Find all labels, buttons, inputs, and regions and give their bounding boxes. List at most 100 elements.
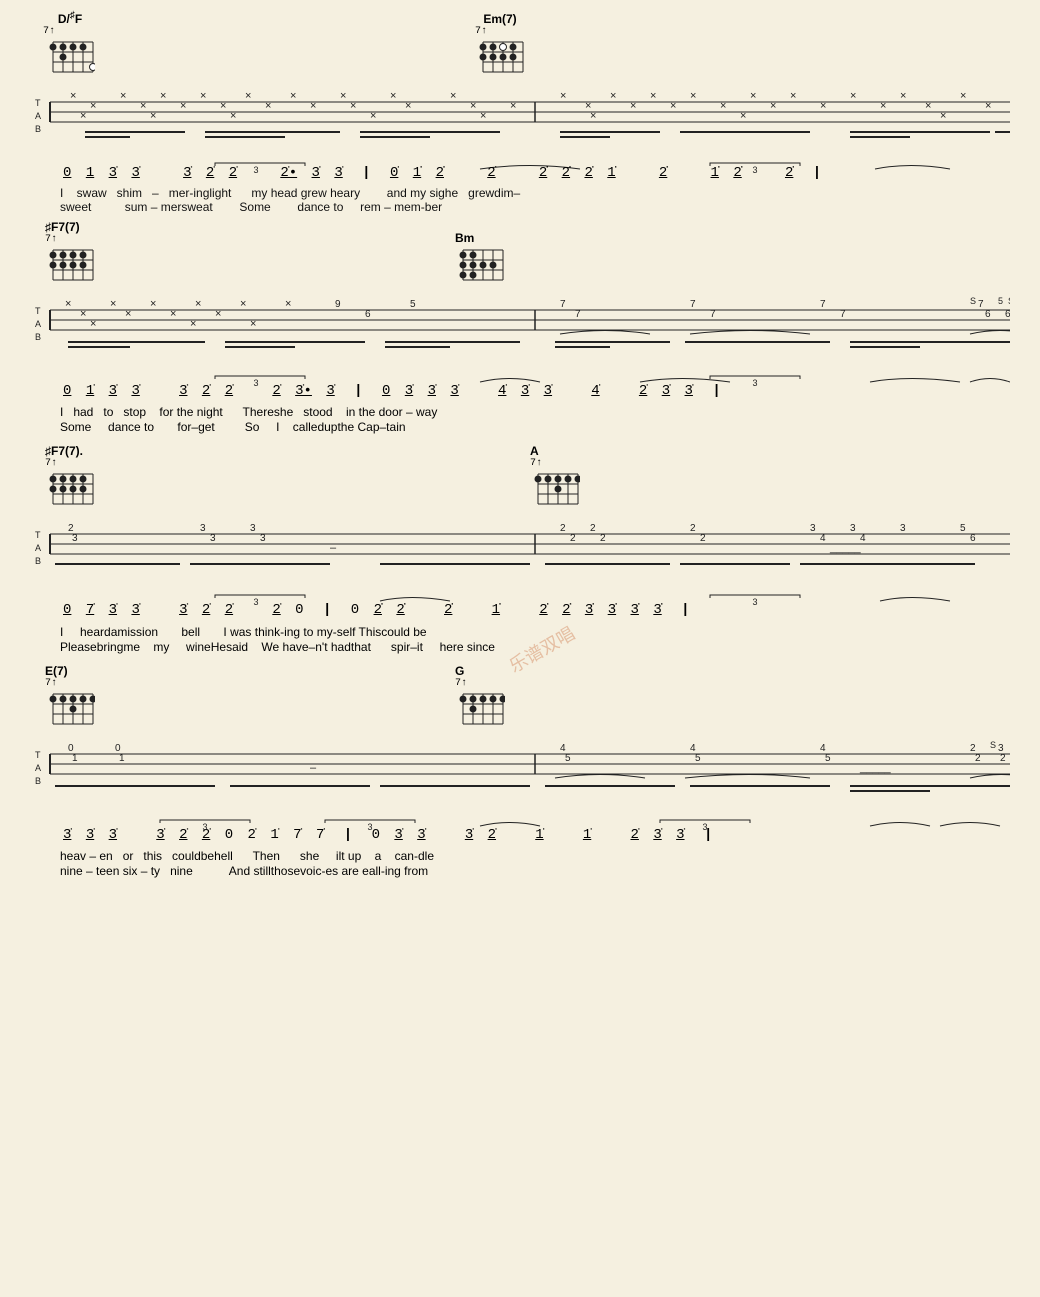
svg-text:B: B (35, 776, 41, 786)
tab-staff-1: T A B × × × × × × × × × × × (30, 84, 1010, 159)
chord-diagrams-row-3: ♯F7(7). 7↑ (30, 444, 1010, 514)
svg-text:3: 3 (210, 533, 216, 544)
chord-diagrams-row-1: D/♯F 7↑ (30, 10, 1010, 82)
n4-2b: 2̇ (202, 827, 210, 843)
svg-text:×: × (690, 90, 696, 102)
note-3-3: 3̇ (183, 165, 191, 181)
svg-text:5: 5 (960, 523, 966, 534)
barline-1: | (362, 165, 370, 181)
lyric-2b: Some dance to for–get So I calledupthe C… (60, 420, 406, 434)
svg-text:6: 6 (970, 533, 976, 544)
svg-text:×: × (720, 100, 726, 112)
svg-text:×: × (350, 100, 356, 112)
chord-fret-f7: 7↑ (45, 234, 95, 245)
n4-3a: 3̇ (63, 827, 71, 843)
n4-2e: 2̇ (631, 827, 639, 843)
note-1-2: 1̇̇ (413, 165, 421, 181)
svg-text:3: 3 (72, 533, 78, 544)
svg-text:4: 4 (860, 533, 866, 544)
note-2-4: 2̇̇ (487, 165, 495, 181)
svg-text:2: 2 (570, 533, 576, 544)
chord-grid-f7 (45, 245, 95, 285)
svg-text:×: × (265, 100, 271, 112)
barline-2: | (813, 165, 821, 181)
lyric-2a: I had to stop for the night Thereshe sto… (60, 405, 437, 419)
n3-2e: 2̇̇ (396, 602, 404, 618)
n4-3e: 3̇ (394, 827, 402, 843)
note-2-2: 2̇ (229, 165, 237, 181)
lyric-4b: nine – teen six – ty nine And stillthose… (60, 864, 428, 878)
tab-staff-4: T A B 0 0 4 4 4 2 S 3 2 S 4 1 1 (30, 736, 1010, 816)
space-2 (255, 165, 263, 181)
svg-text:7: 7 (820, 299, 826, 310)
svg-text:3: 3 (810, 523, 816, 534)
svg-text:×: × (310, 100, 316, 112)
n3-bar1: | (323, 602, 331, 618)
svg-text:×: × (900, 90, 906, 102)
svg-text:×: × (985, 100, 991, 112)
svg-text:×: × (180, 100, 186, 112)
svg-text:×: × (850, 90, 856, 102)
svg-text:2: 2 (975, 753, 981, 764)
n2-3l: 3̇ (685, 383, 693, 399)
svg-text:×: × (65, 298, 71, 310)
svg-text:2: 2 (560, 523, 566, 534)
chord-grid-em7-1 (475, 37, 525, 77)
n2-bar2: | (712, 383, 720, 399)
n4-1a: 1̇ (270, 827, 278, 843)
lyrics-row-2a: I had to stop for the night Thereshe sto… (30, 404, 1010, 419)
note-2-7: 2̇̇ (584, 165, 592, 181)
n2-2b: 2̇ (225, 383, 233, 399)
svg-text:A: A (35, 543, 41, 553)
svg-text:_____: _____ (859, 762, 891, 774)
svg-text:T: T (35, 530, 41, 540)
n2-3k: 3̇ (662, 383, 670, 399)
svg-text:×: × (630, 100, 636, 112)
n2-2d: 2̇ (639, 383, 647, 399)
n4-0: 0 (225, 827, 233, 843)
note-1-3: 1̇̇ (607, 165, 615, 181)
svg-text:A: A (35, 111, 41, 121)
n3-bar2: | (681, 602, 689, 618)
chord-fret-e7: 7↑ (45, 678, 95, 689)
svg-text:×: × (200, 90, 206, 102)
chord-grid-bm (455, 245, 505, 285)
n3-2c: 2̇ (272, 602, 280, 618)
n3-7: 7̇ (86, 602, 94, 618)
n2-0b: 0 (382, 383, 390, 399)
note-2-5: 2̇̇ (539, 165, 547, 181)
n3-2h: 2̇̇ (562, 602, 570, 618)
svg-text:3: 3 (900, 523, 906, 534)
n2-4a: 4̇ (498, 383, 506, 399)
svg-text:5: 5 (998, 296, 1003, 306)
note-2-6: 2̇̇ (562, 165, 570, 181)
svg-text:3: 3 (200, 523, 206, 534)
svg-text:B: B (35, 556, 41, 566)
svg-text:_____: _____ (829, 542, 861, 554)
lyrics-row-4a: heav – en or this couldbehell Then she i… (30, 848, 1010, 863)
svg-text:×: × (125, 308, 131, 320)
svg-text:3: 3 (752, 378, 757, 388)
chord-fret-f7-2: 7↑ (45, 458, 95, 469)
svg-text:T: T (35, 98, 41, 108)
svg-text:B: B (35, 124, 41, 134)
lyric-3a: I heardamission bell I was think-ing to … (60, 625, 427, 639)
section-4: E(7) 7↑ (20, 664, 1020, 884)
svg-text:6: 6 (365, 309, 371, 320)
svg-text:4: 4 (820, 533, 826, 544)
svg-text:T: T (35, 306, 41, 316)
lyrics-row-4b: nine – teen six – ty nine And stillthose… (30, 863, 1010, 884)
lyrics-row-1b: sweet sum – mersweat Some dance to rem –… (30, 200, 1010, 216)
svg-text:×: × (90, 100, 96, 112)
svg-text:2: 2 (1000, 753, 1006, 764)
section-3: ♯F7(7). 7↑ (20, 444, 1020, 659)
lyric-1a: I swaw shim – mer-inglight my head grew … (60, 186, 520, 200)
notation-row-4: 3 3 3 3̇ 3̇ 3̇ 3̇ 2̇ 2̇ 0 2̇ 1̇ 7̇ 7̇ | … (30, 818, 1010, 848)
chord-diagram-daf: D/♯F 7↑ (45, 10, 95, 82)
n2-3j: 3̇ (544, 383, 552, 399)
svg-text:7: 7 (575, 309, 581, 320)
section-2: ♯F7(7) 7↑ (20, 220, 1020, 440)
svg-text:×: × (610, 90, 616, 102)
svg-text:5: 5 (825, 753, 831, 764)
n3-3e: 3̇̇ (608, 602, 616, 618)
